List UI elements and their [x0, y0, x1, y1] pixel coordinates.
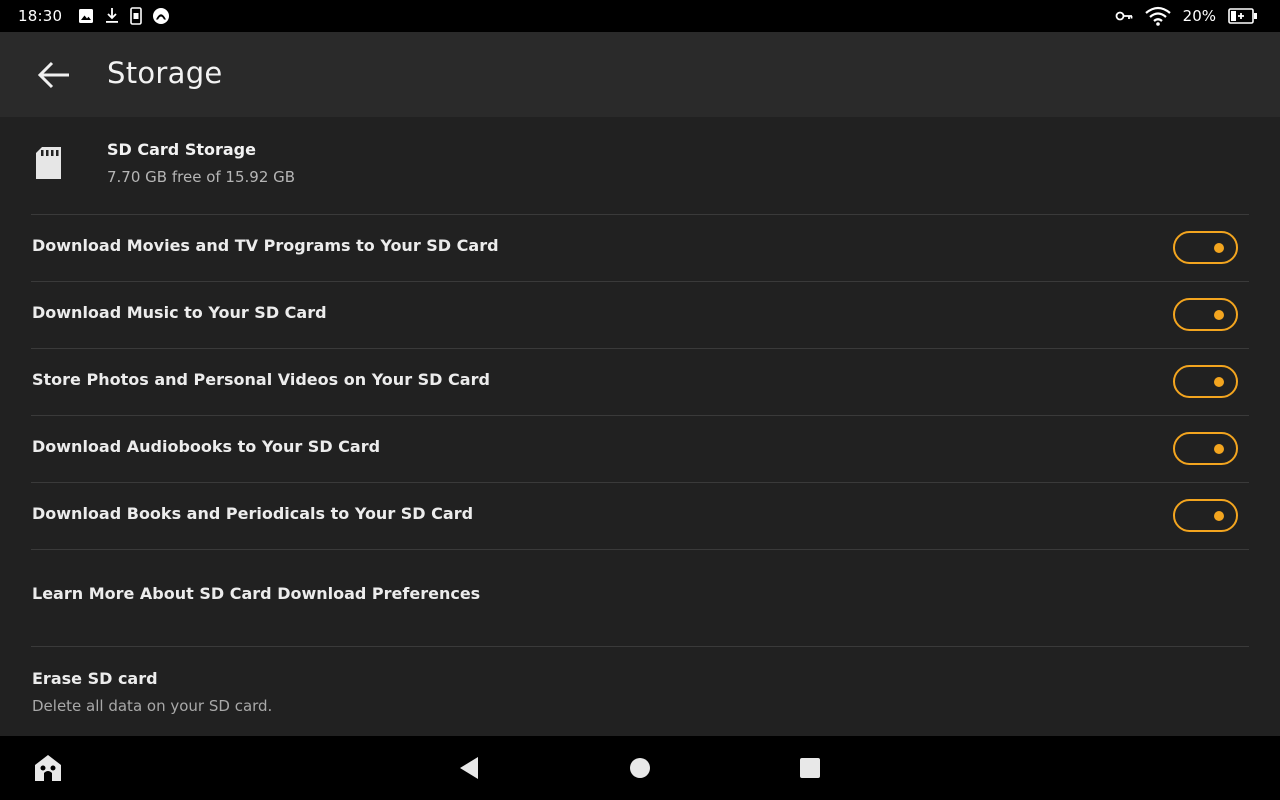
nav-recents-button[interactable] [793, 752, 827, 784]
toggle-knob [1214, 444, 1224, 454]
notification-icons [78, 7, 170, 25]
erase-sd-card-subtitle: Delete all data on your SD card. [32, 697, 273, 715]
toggle-switch[interactable] [1173, 298, 1238, 331]
toggle-label: Download Books and Periodicals to Your S… [32, 504, 474, 523]
toggle-row-books[interactable]: Download Books and Periodicals to Your S… [0, 482, 1280, 549]
image-icon [78, 8, 94, 24]
page-title: Storage [107, 56, 223, 90]
sd-card-icon [35, 146, 62, 180]
sd-card-capacity: 7.70 GB free of 15.92 GB [107, 168, 296, 186]
toggle-label: Store Photos and Personal Videos on Your… [32, 370, 490, 389]
erase-sd-card-title: Erase SD card [32, 669, 158, 688]
wifi-icon [1144, 6, 1171, 26]
battery-charging-icon [1228, 8, 1258, 24]
toggle-knob [1214, 377, 1224, 387]
navigation-bar [0, 736, 1280, 800]
toggle-row-movies[interactable]: Download Movies and TV Programs to Your … [0, 214, 1280, 281]
erase-sd-card-row[interactable]: Erase SD card Delete all data on your SD… [0, 647, 1280, 736]
app-bar: Storage [0, 32, 1280, 117]
status-time: 18:30 [18, 7, 63, 25]
toggle-label: Download Audiobooks to Your SD Card [32, 437, 381, 456]
toggle-switch[interactable] [1173, 499, 1238, 532]
sd-card-title: SD Card Storage [107, 140, 256, 159]
toggle-switch[interactable] [1173, 365, 1238, 398]
vpn-key-icon [1115, 10, 1133, 22]
back-button[interactable] [34, 56, 74, 94]
toggle-row-audiobooks[interactable]: Download Audiobooks to Your SD Card [0, 415, 1280, 482]
nav-home-button[interactable] [623, 752, 657, 784]
home-circle-icon [629, 757, 651, 779]
toggle-knob [1214, 310, 1224, 320]
toggle-row-music[interactable]: Download Music to Your SD Card [0, 281, 1280, 348]
toggle-row-photos[interactable]: Store Photos and Personal Videos on Your… [0, 348, 1280, 415]
back-triangle-icon [458, 756, 480, 780]
toggle-knob [1214, 511, 1224, 521]
settings-list: SD Card Storage 7.70 GB free of 15.92 GB… [0, 117, 1280, 736]
toggle-label: Download Movies and TV Programs to Your … [32, 236, 499, 255]
toggle-switch[interactable] [1173, 432, 1238, 465]
home-button[interactable] [31, 752, 65, 784]
phone-icon [130, 7, 143, 25]
toggle-label: Download Music to Your SD Card [32, 303, 327, 322]
battery-percent: 20% [1182, 7, 1216, 25]
alexa-icon [152, 7, 170, 25]
status-bar: 18:30 20% [0, 0, 1280, 32]
home-icon [33, 753, 63, 783]
status-right: 20% [1115, 0, 1258, 32]
toggle-switch[interactable] [1173, 231, 1238, 264]
download-icon [104, 7, 120, 25]
sd-card-storage-header: SD Card Storage 7.70 GB free of 15.92 GB [0, 117, 1280, 214]
toggle-knob [1214, 243, 1224, 253]
nav-back-button[interactable] [452, 752, 486, 784]
learn-more-link[interactable]: Learn More About SD Card Download Prefer… [0, 550, 1280, 646]
learn-more-label: Learn More About SD Card Download Prefer… [32, 584, 481, 603]
arrow-back-icon [37, 60, 71, 90]
recents-square-icon [799, 757, 821, 779]
